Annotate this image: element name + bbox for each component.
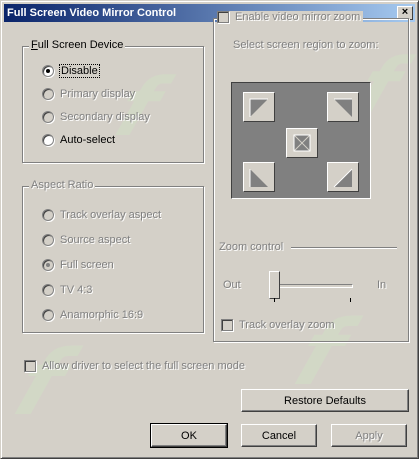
restore-defaults-button[interactable]: Restore Defaults: [241, 389, 409, 412]
zoom-bottom-right-button[interactable]: [327, 162, 359, 192]
radio-track-overlay-aspect[interactable]: Track overlay aspect: [42, 209, 161, 221]
zoom-region-label: Select screen region to zoom:: [233, 39, 379, 51]
group-title: Aspect Ratio: [29, 179, 96, 191]
button-label: OK: [181, 429, 197, 442]
checkbox-box[interactable]: [217, 11, 229, 23]
radio-source-aspect[interactable]: Source aspect: [42, 234, 130, 246]
radio-label: Track overlay aspect: [60, 209, 162, 221]
zoom-in-label: In: [377, 279, 387, 291]
checkbox-box[interactable]: [221, 319, 233, 331]
zoom-center-icon: [293, 134, 311, 152]
arrow-top-right-icon: [334, 98, 352, 117]
radio-circle[interactable]: [42, 259, 54, 271]
enable-zoom-checkbox[interactable]: Enable video mirror zoom: [217, 11, 364, 23]
radio-circle[interactable]: [42, 309, 54, 321]
radio-label: TV 4:3: [60, 284, 93, 296]
apply-button[interactable]: Apply: [331, 424, 407, 447]
checkbox-label: Allow driver to select the full screen m…: [42, 360, 245, 372]
button-label: Apply: [355, 429, 383, 442]
radio-tv-4-3[interactable]: TV 4:3: [42, 284, 92, 296]
window-title: Full Screen Video Mirror Control: [7, 7, 177, 19]
radio-auto-select[interactable]: Auto-select: [42, 134, 115, 146]
zoom-top-left-button[interactable]: [243, 92, 275, 122]
zoom-top-right-button[interactable]: [327, 92, 359, 122]
radio-label: Disable: [59, 64, 100, 78]
radio-label: Secondary display: [60, 111, 150, 123]
button-label: Restore Defaults: [284, 394, 366, 407]
zoom-center-button[interactable]: [286, 128, 318, 158]
arrow-bottom-left-icon: [249, 169, 268, 187]
zoom-region-selector: [231, 82, 371, 199]
radio-circle[interactable]: [42, 111, 54, 123]
group-title: Full Screen Device: [29, 39, 126, 51]
close-icon: ×: [401, 6, 409, 18]
watermark: f: [1, 331, 80, 436]
slider-tick: [274, 298, 275, 302]
button-label: Cancel: [261, 429, 297, 442]
radio-anamorphic-16-9[interactable]: Anamorphic 16:9: [42, 309, 143, 321]
zoom-out-label: Out: [223, 279, 241, 291]
zoom-control-label: Zoom control: [219, 241, 284, 253]
allow-driver-checkbox[interactable]: Allow driver to select the full screen m…: [24, 360, 245, 372]
radio-label: Source aspect: [60, 234, 131, 246]
checkbox-label: Enable video mirror zoom: [235, 11, 361, 23]
checkbox-label: Track overlay zoom: [239, 319, 335, 331]
cancel-button[interactable]: Cancel: [241, 424, 317, 447]
radio-circle[interactable]: [42, 209, 54, 221]
radio-label: Full screen: [60, 259, 114, 271]
zoom-bottom-left-button[interactable]: [243, 162, 275, 192]
radio-label: Primary display: [60, 88, 136, 100]
radio-circle[interactable]: [42, 234, 54, 246]
radio-full-screen[interactable]: Full screen: [42, 259, 114, 271]
checkbox-box[interactable]: [24, 360, 36, 372]
radio-label: Anamorphic 16:9: [60, 309, 144, 321]
zoom-slider-thumb[interactable]: [269, 271, 280, 299]
radio-disable[interactable]: Disable: [42, 64, 100, 78]
radio-label: Auto-select: [60, 134, 116, 146]
ok-button[interactable]: OK: [150, 423, 228, 448]
zoom-control-separator: [291, 247, 397, 249]
radio-circle[interactable]: [42, 284, 54, 296]
dialog-window: f f f f Full Screen Video Mirror Control…: [0, 0, 419, 459]
radio-circle[interactable]: [42, 65, 54, 77]
zoom-slider-track[interactable]: [271, 284, 353, 288]
slider-tick: [350, 298, 351, 302]
radio-secondary-display[interactable]: Secondary display: [42, 111, 150, 123]
radio-primary-display[interactable]: Primary display: [42, 88, 135, 100]
arrow-top-left-icon: [249, 98, 268, 117]
radio-circle[interactable]: [42, 134, 54, 146]
radio-circle[interactable]: [42, 88, 54, 100]
track-overlay-zoom-checkbox[interactable]: Track overlay zoom: [221, 319, 335, 331]
arrow-bottom-right-icon: [333, 168, 353, 188]
